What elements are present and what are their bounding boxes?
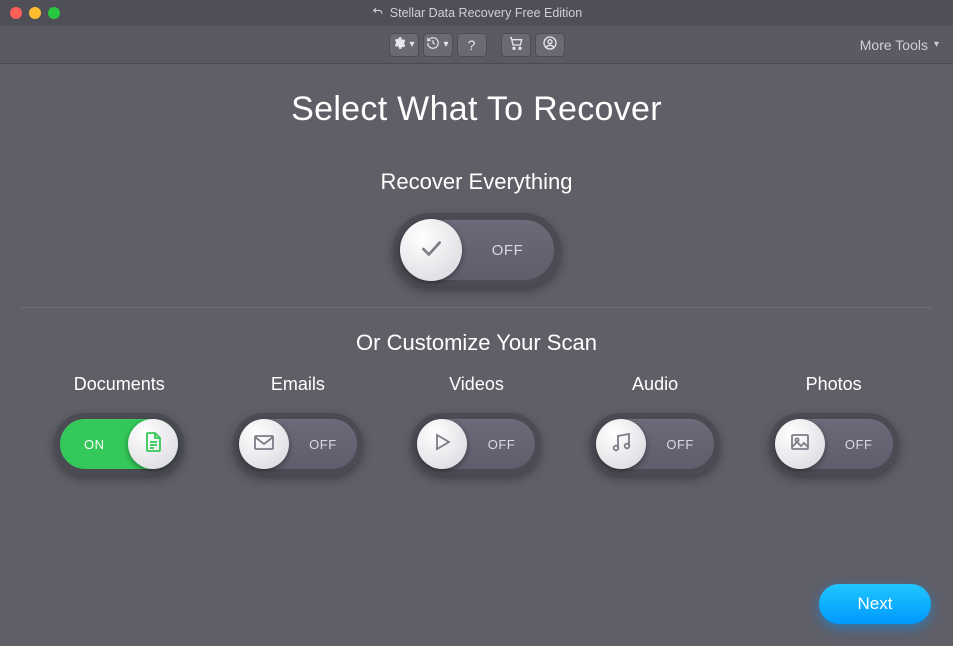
history-button[interactable]: ▾ bbox=[423, 33, 453, 57]
image-icon bbox=[788, 430, 812, 459]
toggle-knob bbox=[775, 419, 825, 469]
play-icon bbox=[430, 430, 454, 459]
recover-everything-title: Recover Everything bbox=[20, 169, 933, 195]
toggle-state-label: OFF bbox=[646, 437, 714, 452]
titlebar: Stellar Data Recovery Free Edition bbox=[0, 0, 953, 26]
divider bbox=[20, 307, 933, 308]
toggle-state-label: OFF bbox=[462, 242, 554, 259]
toggle-emails[interactable]: OFF bbox=[233, 413, 363, 475]
page-title: Select What To Recover bbox=[20, 90, 933, 129]
cart-icon bbox=[508, 35, 524, 54]
customize-title: Or Customize Your Scan bbox=[20, 330, 933, 356]
category-label: Videos bbox=[449, 374, 504, 395]
chevron-down-icon: ▾ bbox=[409, 39, 414, 50]
more-tools-label: More Tools bbox=[860, 37, 928, 53]
zoom-window-button[interactable] bbox=[48, 7, 60, 19]
toggle-photos[interactable]: OFF bbox=[769, 413, 899, 475]
toolbar: ▾ ▾ ? More Tools ▾ bbox=[0, 26, 953, 64]
toolbar-group-left: ▾ ▾ ? bbox=[389, 33, 487, 57]
category-label: Audio bbox=[632, 374, 678, 395]
category-documents: Documents ON bbox=[34, 374, 204, 475]
help-button[interactable]: ? bbox=[457, 33, 487, 57]
document-icon bbox=[141, 430, 165, 459]
category-row: Documents ON Emails OFF bbox=[20, 374, 933, 475]
toggle-state-label: ON bbox=[60, 437, 128, 452]
main-content: Select What To Recover Recover Everythin… bbox=[0, 64, 953, 475]
category-audio: Audio OFF bbox=[570, 374, 740, 475]
more-tools-button[interactable]: More Tools ▾ bbox=[860, 26, 939, 63]
history-icon bbox=[426, 36, 440, 53]
settings-button[interactable]: ▾ bbox=[389, 33, 419, 57]
close-window-button[interactable] bbox=[10, 7, 22, 19]
check-icon bbox=[418, 235, 444, 266]
help-icon: ? bbox=[468, 37, 476, 53]
window-title: Stellar Data Recovery Free Edition bbox=[390, 6, 582, 20]
toggle-state-label: OFF bbox=[289, 437, 357, 452]
email-icon bbox=[252, 430, 276, 459]
category-label: Emails bbox=[271, 374, 325, 395]
chevron-down-icon: ▾ bbox=[443, 39, 448, 50]
category-label: Documents bbox=[74, 374, 165, 395]
category-photos: Photos OFF bbox=[749, 374, 919, 475]
toggle-audio[interactable]: OFF bbox=[590, 413, 720, 475]
toggle-knob bbox=[596, 419, 646, 469]
minimize-window-button[interactable] bbox=[29, 7, 41, 19]
toggle-knob bbox=[417, 419, 467, 469]
category-videos: Videos OFF bbox=[391, 374, 561, 475]
toggle-videos[interactable]: OFF bbox=[411, 413, 541, 475]
toolbar-group-right bbox=[501, 33, 565, 57]
chevron-down-icon: ▾ bbox=[934, 39, 939, 50]
toggle-knob bbox=[239, 419, 289, 469]
next-button[interactable]: Next bbox=[819, 584, 931, 624]
cart-button[interactable] bbox=[501, 33, 531, 57]
toggle-documents[interactable]: ON bbox=[54, 413, 184, 475]
account-button[interactable] bbox=[535, 33, 565, 57]
toggle-state-label: OFF bbox=[825, 437, 893, 452]
category-label: Photos bbox=[806, 374, 862, 395]
category-emails: Emails OFF bbox=[213, 374, 383, 475]
toggle-knob bbox=[400, 219, 462, 281]
back-icon bbox=[371, 5, 384, 21]
toggle-knob bbox=[128, 419, 178, 469]
user-icon bbox=[542, 35, 558, 54]
window-controls bbox=[10, 7, 60, 19]
toggle-state-label: OFF bbox=[467, 437, 535, 452]
music-icon bbox=[609, 430, 633, 459]
toggle-recover-everything[interactable]: OFF bbox=[393, 213, 561, 287]
gear-icon bbox=[392, 36, 406, 53]
